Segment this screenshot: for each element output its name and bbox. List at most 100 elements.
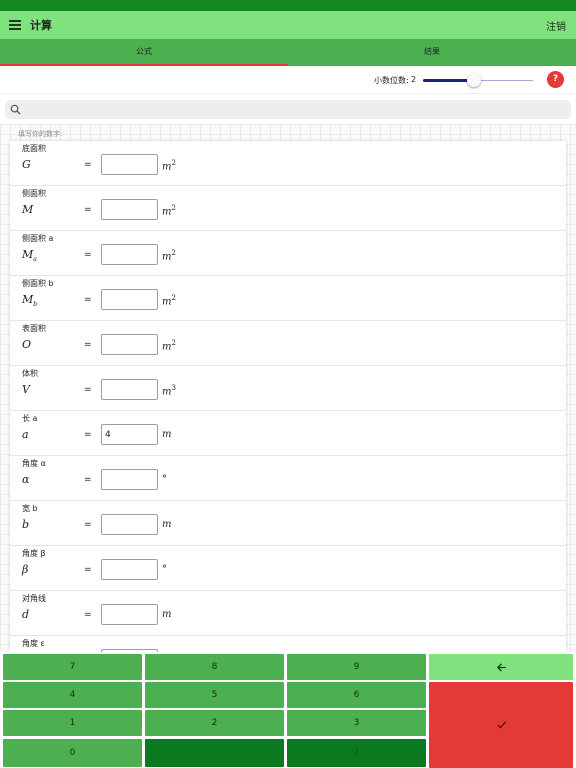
tab-bar: 公式 结果: [0, 39, 576, 66]
formula-row: 长 a a = 4 m: [10, 411, 566, 456]
formula-row: 体积 V = m3: [10, 366, 566, 411]
field-label: 表面积: [22, 324, 46, 333]
formula-row: 角度 β β = °: [10, 546, 566, 591]
unit-label: m: [162, 429, 172, 440]
field-symbol: G: [22, 158, 31, 171]
field-symbol: b: [22, 518, 30, 531]
search-input[interactable]: [5, 100, 571, 119]
key-4[interactable]: 4: [3, 682, 142, 708]
menu-icon[interactable]: [9, 20, 21, 30]
formula-row: 对角线 d = m: [10, 591, 566, 636]
value-input[interactable]: [101, 379, 158, 400]
formula-row: 侧面积 a Ma = m2: [10, 231, 566, 276]
key-2[interactable]: 2: [145, 710, 284, 736]
field-label: 角度 α: [22, 459, 46, 468]
decimal-places-row: 小数位数: 2 ?: [0, 66, 576, 94]
backspace-button[interactable]: [429, 654, 573, 680]
formula-row: 底面积 G = m2: [10, 141, 566, 186]
formula-card: 底面积 G = m2 侧面积 M = m2 侧面积 a Ma = m2 侧面积 b Mb = m2 表面积 O = m…: [10, 141, 566, 652]
input-hint: 填写你的数字:: [18, 130, 63, 138]
unit-label: m2: [162, 159, 176, 173]
key-divide[interactable]: /: [287, 739, 426, 767]
formula-row: 表面积 O = m2: [10, 321, 566, 366]
unit-label: m2: [162, 294, 176, 308]
key-3[interactable]: 3: [287, 710, 426, 736]
field-label: 宽 b: [22, 504, 38, 513]
arrow-left-icon: [496, 663, 506, 672]
app-bar: 计算 注销: [0, 11, 576, 39]
value-input[interactable]: [101, 334, 158, 355]
key-7[interactable]: 7: [3, 654, 142, 680]
decimal-places-value: 2: [411, 75, 417, 84]
formula-row: 角度 α α = °: [10, 456, 566, 501]
field-label: 长 a: [22, 414, 38, 423]
unit-label: m3: [162, 384, 176, 398]
key-decimal[interactable]: .: [145, 739, 284, 767]
value-input[interactable]: [101, 289, 158, 310]
field-label: 侧面积: [22, 189, 46, 198]
logout-button[interactable]: 注销: [546, 18, 566, 33]
equals-sign: =: [84, 610, 92, 620]
unit-label: m2: [162, 249, 176, 263]
key-1[interactable]: 1: [3, 710, 142, 736]
key-9[interactable]: 9: [287, 654, 426, 680]
formula-row: 侧面积 b Mb = m2: [10, 276, 566, 321]
field-label: 角度 β: [22, 549, 46, 558]
equals-sign: =: [84, 340, 92, 350]
help-button[interactable]: ?: [547, 71, 564, 88]
status-bar: [0, 0, 576, 11]
key-5[interactable]: 5: [145, 682, 284, 708]
value-input[interactable]: [101, 604, 158, 625]
field-symbol: d: [22, 608, 30, 621]
field-label: 侧面积 a: [22, 234, 54, 243]
equals-sign: =: [84, 565, 92, 575]
slider-track: [473, 80, 533, 81]
equals-sign: =: [84, 205, 92, 215]
tab-formula[interactable]: 公式: [0, 39, 288, 66]
unit-label: m2: [162, 339, 176, 353]
field-label: 侧面积 b: [22, 279, 54, 288]
page-title: 计算: [30, 19, 52, 32]
confirm-button[interactable]: [429, 682, 573, 768]
unit-label: m: [162, 609, 172, 620]
equals-sign: =: [84, 430, 92, 440]
field-label: 对角线: [22, 594, 46, 603]
field-symbol: Ma: [22, 248, 37, 264]
formula-row: 宽 b b = m: [10, 501, 566, 546]
formula-row: 侧面积 M = m2: [10, 186, 566, 231]
value-input[interactable]: [101, 154, 158, 175]
field-symbol: β: [22, 563, 29, 576]
value-input[interactable]: [101, 514, 158, 535]
key-8[interactable]: 8: [145, 654, 284, 680]
value-input[interactable]: [101, 559, 158, 580]
field-symbol: α: [22, 473, 30, 486]
tab-result[interactable]: 结果: [288, 39, 576, 66]
unit-label: °: [162, 474, 167, 485]
number-keypad: 7 8 9 4 5 6 1 2 3 0. /: [0, 652, 576, 768]
unit-label: m: [162, 519, 172, 530]
equals-sign: =: [84, 295, 92, 305]
equals-sign: =: [84, 160, 92, 170]
decimal-places-slider[interactable]: [423, 73, 533, 87]
slider-fill: [423, 79, 473, 82]
field-label: 底面积: [22, 144, 46, 153]
unit-label: °: [162, 564, 167, 575]
field-label: 角度 ε: [22, 639, 45, 648]
key-6[interactable]: 6: [287, 682, 426, 708]
slider-thumb[interactable]: [467, 73, 481, 87]
field-symbol: M: [22, 203, 34, 216]
value-input[interactable]: [101, 199, 158, 220]
equals-sign: =: [84, 385, 92, 395]
field-symbol: O: [22, 338, 32, 351]
unit-label: m2: [162, 204, 176, 218]
equals-sign: =: [84, 250, 92, 260]
value-input[interactable]: [101, 244, 158, 265]
value-input[interactable]: [101, 469, 158, 490]
decimal-places-label: 小数位数:: [374, 76, 409, 85]
equals-sign: =: [84, 475, 92, 485]
field-symbol: a: [22, 428, 29, 441]
search-icon: [10, 104, 21, 115]
key-0[interactable]: 0: [3, 739, 142, 767]
check-icon: [496, 721, 506, 729]
value-input[interactable]: 4: [101, 424, 158, 445]
